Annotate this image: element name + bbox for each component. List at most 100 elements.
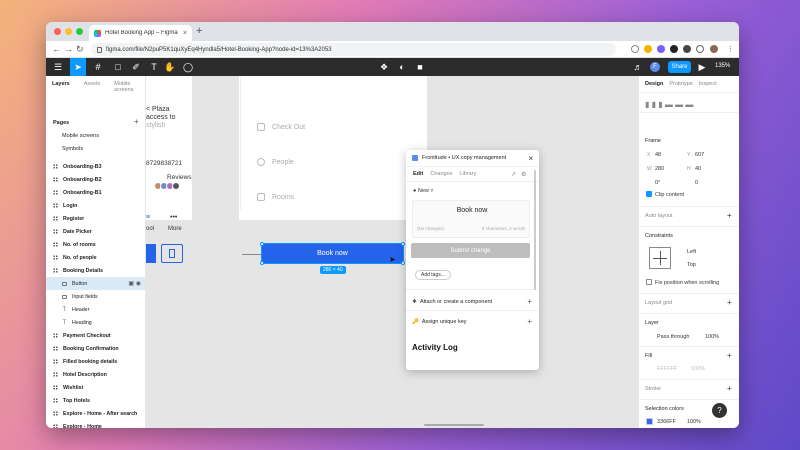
tab-assets[interactable]: Assets <box>84 81 101 93</box>
layer-item[interactable]: Register <box>46 212 145 225</box>
attach-component-row[interactable]: ❖ Attach or create a component + <box>412 297 532 306</box>
close-window-button[interactable] <box>54 28 61 35</box>
layer-item[interactable]: Wishlist <box>46 381 145 394</box>
add-auto-layout-button[interactable]: + <box>727 211 732 220</box>
tab-library[interactable]: Library <box>459 171 476 177</box>
canvas-horizontal-scrollbar[interactable] <box>424 424 484 426</box>
page-item[interactable]: Symbols <box>62 146 83 152</box>
layer-item[interactable]: Onboarding-B1 <box>46 186 145 199</box>
bookmark-star-icon[interactable] <box>644 45 652 53</box>
text-tool-icon[interactable]: T <box>146 58 162 76</box>
layer-opacity-input[interactable]: 100% <box>705 334 719 340</box>
hotel-description-frame[interactable] <box>146 76 192 220</box>
page-switcher[interactable]: Mobile screens <box>114 81 145 93</box>
assign-key-row[interactable]: 🔑 Assign unique key + <box>412 317 532 326</box>
color-hex[interactable]: 3366FF <box>657 419 676 425</box>
share-page-icon[interactable] <box>631 45 639 53</box>
copy-card[interactable]: Book now (No changes) 8 characters, 2 wo… <box>412 200 530 238</box>
layer-item[interactable]: Onboarding-B3 <box>46 160 145 173</box>
new-tab-button[interactable]: + <box>196 25 202 38</box>
layer-item[interactable]: Onboarding-B2 <box>46 173 145 186</box>
canvas-button-fragment[interactable] <box>146 244 156 263</box>
horizontal-constraint[interactable]: Left <box>687 249 696 255</box>
layer-item[interactable]: Top Hotels <box>46 394 145 407</box>
color-opacity[interactable]: 100% <box>687 419 701 425</box>
back-arrow-icon[interactable]: ← <box>52 44 61 54</box>
status-dropdown[interactable]: ● New ˅ <box>413 188 434 194</box>
boolean-icon[interactable]: ■ <box>412 58 428 76</box>
lock-visibility-icon[interactable]: ▣ ◉ <box>128 280 141 287</box>
resize-handle[interactable] <box>260 242 264 246</box>
layer-item[interactable]: Explore - Home <box>46 420 145 428</box>
minimize-window-button[interactable] <box>65 28 72 35</box>
h-input[interactable]: 40 <box>695 166 701 172</box>
tab-edit[interactable]: Edit <box>413 171 423 177</box>
w-input[interactable]: 280 <box>655 166 664 172</box>
tab-changes[interactable]: Changes <box>430 171 452 177</box>
browser-tab[interactable]: Hotel Booking App – Figma × <box>89 25 192 41</box>
blend-mode-dropdown[interactable]: Pass through <box>657 334 689 340</box>
fill-opacity[interactable]: 100% <box>691 366 705 372</box>
design-canvas[interactable]: < Plaza access to stylish 8729838721 Rev… <box>146 76 638 428</box>
layer-item[interactable]: No. of rooms <box>46 238 145 251</box>
book-now-button[interactable]: Book now <box>261 243 404 264</box>
add-icon[interactable]: + <box>527 297 532 306</box>
add-layout-grid-button[interactable]: + <box>727 298 732 307</box>
layer-item[interactable]: Filled booking details <box>46 355 145 368</box>
add-page-button[interactable]: + <box>134 118 139 126</box>
tab-prototype[interactable]: Prototype <box>669 81 693 87</box>
help-button[interactable]: ? <box>712 403 727 418</box>
extension-icon[interactable] <box>670 45 678 53</box>
maximize-window-button[interactable] <box>76 28 83 35</box>
gear-icon[interactable]: ⚙ <box>521 171 526 178</box>
resize-handle[interactable] <box>401 242 405 246</box>
vertical-constraint[interactable]: Top <box>687 262 696 268</box>
resize-handle[interactable] <box>401 261 405 265</box>
pen-tool-icon[interactable]: ✐ <box>128 58 144 76</box>
mask-icon[interactable]: ◐ <box>394 58 410 76</box>
extension-icon[interactable] <box>657 45 665 53</box>
layer-item[interactable]: T Header <box>46 303 145 316</box>
fill-hex[interactable]: FFFFFF <box>657 366 677 372</box>
plugin-scrollbar[interactable] <box>534 170 536 290</box>
tab-layers[interactable]: Layers <box>52 81 70 93</box>
zoom-level[interactable]: 135% <box>715 63 730 69</box>
layer-item[interactable]: T Heading <box>46 316 145 329</box>
hand-tool-icon[interactable]: ✋ <box>162 58 178 76</box>
copy-text[interactable]: Book now <box>413 207 531 214</box>
fix-position-checkbox[interactable] <box>646 279 652 285</box>
add-fill-button[interactable]: + <box>727 351 732 360</box>
tab-close-button[interactable]: × <box>183 30 187 37</box>
clip-content-checkbox[interactable] <box>646 191 652 197</box>
layer-item[interactable]: Button ▣ ◉ <box>46 277 145 290</box>
layer-item[interactable]: Date Picker <box>46 225 145 238</box>
x-input[interactable]: 48 <box>655 152 661 158</box>
color-swatch[interactable] <box>646 418 653 425</box>
layer-item[interactable]: Payment Checkout <box>46 329 145 342</box>
layer-item[interactable]: Input fields <box>46 290 145 303</box>
frame-tool-icon[interactable]: # <box>90 58 106 76</box>
constraints-widget[interactable] <box>649 247 671 269</box>
extension-icon[interactable] <box>683 45 691 53</box>
align-icons[interactable]: ▮ ▮ ▮ ▬ ▬ ▬ <box>645 100 693 109</box>
kebab-menu-icon[interactable]: ⋮ <box>727 45 734 55</box>
url-input[interactable]: figma.com/file/N2puP5K1quXyEq4Hyndla5/Ho… <box>91 43 616 56</box>
user-avatar[interactable]: F <box>650 62 660 72</box>
external-link-icon[interactable]: ↗ <box>511 171 516 178</box>
main-menu-icon[interactable]: ☰ <box>50 58 66 76</box>
layer-item[interactable]: Hotel Description <box>46 368 145 381</box>
component-icon[interactable]: ❖ <box>376 58 392 76</box>
layer-item[interactable]: Booking Confirmation <box>46 342 145 355</box>
y-input[interactable]: 607 <box>695 152 704 158</box>
headphones-icon[interactable]: ♬ <box>630 58 646 76</box>
tab-inspect[interactable]: Inspect <box>699 81 717 87</box>
add-icon[interactable]: + <box>527 317 532 326</box>
resize-handle[interactable] <box>260 261 264 265</box>
share-button[interactable]: Share <box>668 61 691 73</box>
add-stroke-button[interactable]: + <box>727 384 732 393</box>
tab-design[interactable]: Design <box>645 81 663 87</box>
reload-icon[interactable]: ↻ <box>76 44 84 54</box>
forward-arrow-icon[interactable]: → <box>64 44 73 54</box>
plugin-close-button[interactable]: × <box>528 154 533 163</box>
layer-item[interactable]: No. of people <box>46 251 145 264</box>
